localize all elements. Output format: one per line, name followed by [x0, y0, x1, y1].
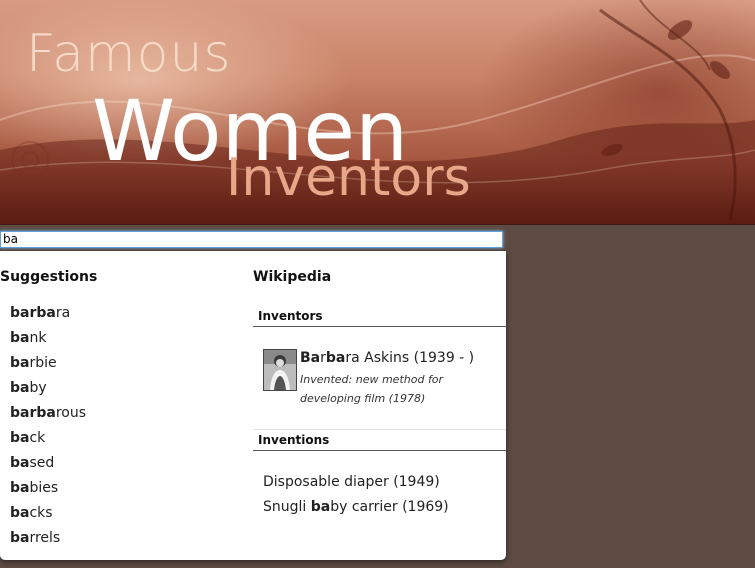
suggestion-item[interactable]: barbarous	[10, 405, 86, 430]
suggestion-item[interactable]: barbara	[10, 305, 86, 330]
suggestion-item[interactable]: back	[10, 430, 86, 455]
suggestion-rest: ck	[29, 430, 46, 446]
suggestion-rest: bies	[29, 480, 59, 496]
suggestion-item[interactable]: backs	[10, 505, 86, 530]
suggestion-rest: cks	[29, 505, 53, 521]
section-divider	[253, 429, 506, 430]
inventor-description: Invented: new method for developing film…	[300, 373, 444, 405]
suggestion-rest: sed	[29, 455, 55, 471]
inventor-portrait-image	[264, 350, 296, 390]
suggestions-heading: Suggestions	[0, 269, 98, 285]
inventions-section-heading: Inventions	[253, 431, 506, 451]
suggestion-rest: by	[29, 380, 47, 396]
suggestion-match: ba	[10, 530, 30, 546]
invention-item-disposable-diaper[interactable]: Disposable diaper (1949)	[263, 474, 440, 490]
suggestion-match: ba	[36, 405, 56, 421]
inventor-photo[interactable]	[263, 349, 297, 391]
suggestion-item[interactable]: barbie	[10, 355, 86, 380]
invention-text-post: by carrier (1969)	[330, 499, 449, 515]
invention-text-pre: Snugli	[263, 499, 311, 515]
inventor-name-link[interactable]: Barbara Askins (1939 - )	[300, 350, 474, 366]
banner-title-inventors: Inventors	[226, 148, 471, 208]
suggestion-match: bar	[10, 305, 37, 321]
suggestion-match: ba	[10, 505, 30, 521]
suggestions-list: barbara bank barbie baby barbarous back based b…	[10, 305, 86, 555]
suggestion-match: ba	[10, 455, 30, 471]
inventor-name-match-1: Ba	[300, 350, 321, 366]
suggestion-item[interactable]: baby	[10, 380, 86, 405]
suggestion-item[interactable]: bank	[10, 330, 86, 355]
suggestion-rest: nk	[29, 330, 47, 346]
autocomplete-dropdown: Suggestions Wikipedia barbara bank barbie b…	[0, 251, 506, 560]
inventor-name-match-2: ba	[325, 350, 346, 366]
suggestion-match: bar	[10, 405, 37, 421]
suggestion-match: ba	[10, 330, 30, 346]
invention-text-match: ba	[310, 499, 331, 515]
invention-item-snugli-baby-carrier[interactable]: Snugli baby carrier (1969)	[263, 499, 449, 515]
suggestion-match: ba	[10, 430, 30, 446]
suggestion-rest: rbie	[29, 355, 57, 371]
suggestion-match: ba	[10, 355, 30, 371]
suggestion-item[interactable]: barrels	[10, 530, 86, 555]
suggestion-match: ba	[10, 480, 30, 496]
suggestion-rest: rous	[55, 405, 87, 421]
invention-text: Disposable diaper (1949)	[263, 474, 440, 490]
suggestion-rest: ra	[55, 305, 71, 321]
search-input[interactable]	[0, 231, 503, 248]
banner-title-famous: Famous	[26, 24, 232, 84]
header-banner: Famous Women Inventors	[0, 0, 755, 225]
suggestion-match: ba	[10, 380, 30, 396]
suggestion-item[interactable]: babies	[10, 480, 86, 505]
wikipedia-heading: Wikipedia	[253, 269, 332, 285]
suggestion-match: ba	[36, 305, 56, 321]
inventors-section-heading: Inventors	[253, 307, 506, 327]
suggestion-rest: rrels	[29, 530, 61, 546]
inventor-name-part-2: ra Askins (1939 - )	[345, 350, 475, 366]
suggestion-item[interactable]: based	[10, 455, 86, 480]
